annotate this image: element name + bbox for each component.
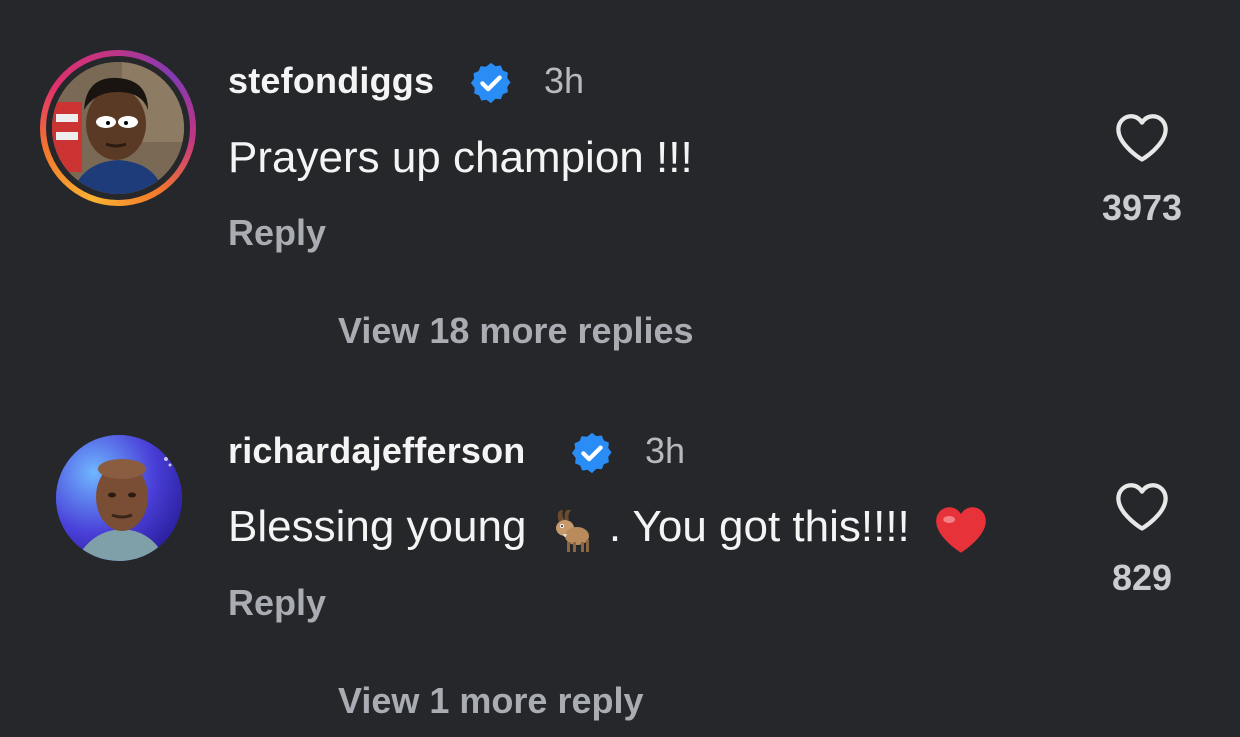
comment-timestamp: 3h	[544, 60, 585, 101]
heart-icon[interactable]	[1113, 480, 1171, 532]
verified-badge-icon	[470, 62, 511, 104]
like-count: 829	[1111, 557, 1173, 598]
view-more-replies-button[interactable]: View 1 more reply	[338, 680, 644, 722]
comment-text: Blessing young . You got this!!!!	[228, 502, 990, 555]
reply-button[interactable]: Reply	[228, 582, 326, 624]
avatar[interactable]	[56, 435, 182, 561]
comment-username[interactable]: stefondiggs	[228, 60, 434, 102]
heart-icon[interactable]	[1113, 111, 1171, 163]
avatar[interactable]	[52, 62, 184, 194]
goat-emoji-icon	[555, 510, 589, 553]
comment-username[interactable]: richardajefferson	[228, 430, 526, 472]
like-count: 3973	[1101, 187, 1183, 228]
comment-timestamp: 3h	[645, 430, 686, 471]
reply-button[interactable]: Reply	[228, 212, 326, 254]
red-heart-emoji-icon	[936, 507, 986, 554]
comment-text-part: Blessing young	[228, 502, 527, 551]
verified-badge-icon	[571, 432, 612, 474]
comment-text: Prayers up champion !!!	[228, 133, 693, 182]
view-more-replies-button[interactable]: View 18 more replies	[338, 310, 694, 352]
comment-text-part: . You got this!!!!	[608, 502, 910, 551]
